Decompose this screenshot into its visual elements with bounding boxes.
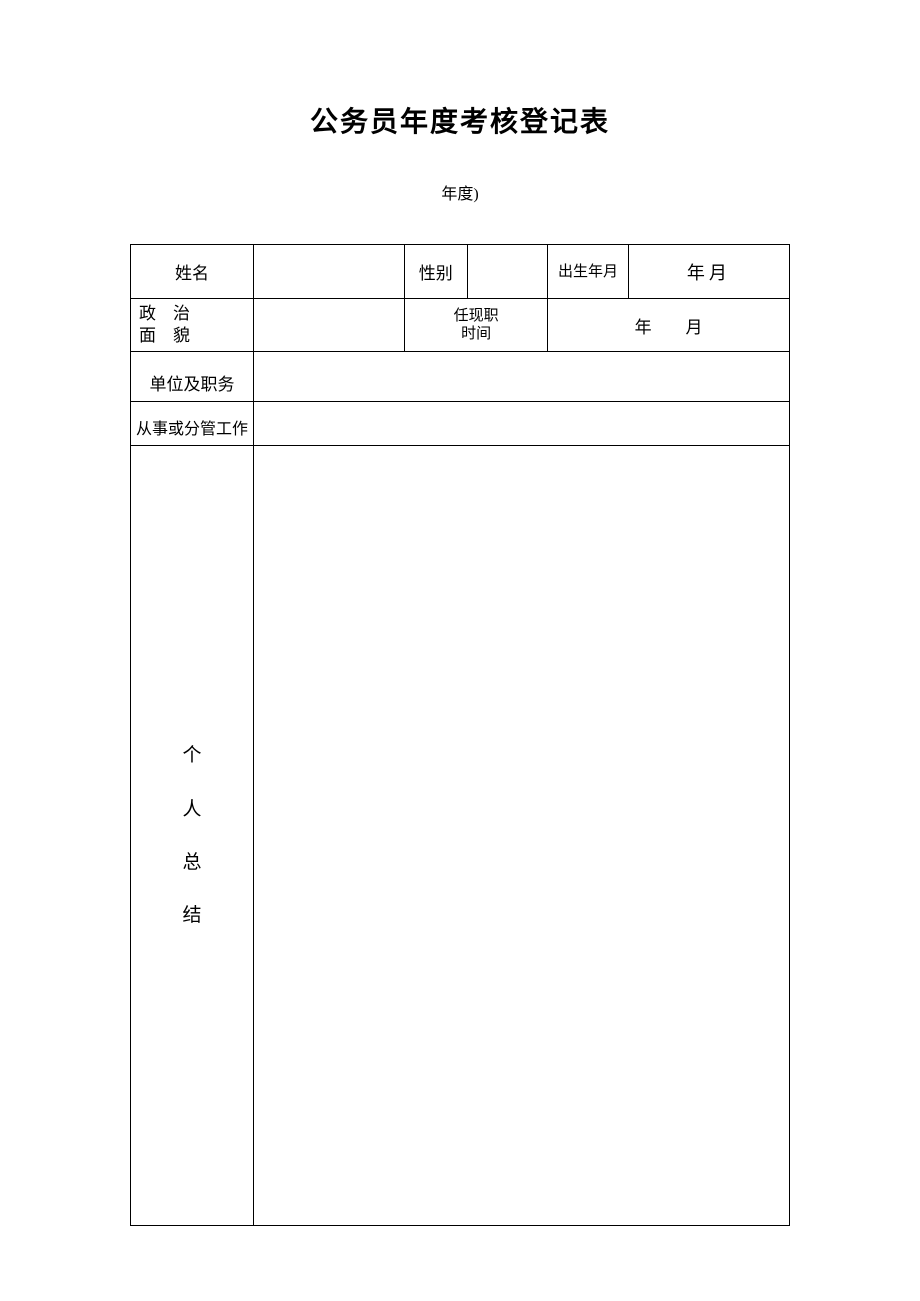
label-name: 姓名 <box>131 245 254 299</box>
value-gender <box>467 245 548 299</box>
summary-char-3: 总 <box>133 836 251 889</box>
label-appoint-line1: 任现职 <box>407 307 545 325</box>
label-political-line2: 面 貌 <box>139 325 251 347</box>
value-summary <box>253 446 789 1226</box>
row-summary: 个 人 总 结 <box>131 446 790 1226</box>
label-appoint-line2: 时间 <box>407 325 545 343</box>
form-table: 姓名 性别 出生年月 年月 政 治 面 貌 任现职 时间 年 月 单位及职务 <box>130 244 790 1226</box>
label-political: 政 治 面 貌 <box>131 299 254 352</box>
value-birth: 年月 <box>628 245 789 299</box>
value-political <box>253 299 404 352</box>
label-political-line1: 政 治 <box>139 303 251 325</box>
label-gender: 性别 <box>405 245 467 299</box>
label-birth: 出生年月 <box>548 245 629 299</box>
summary-char-4: 结 <box>133 889 251 942</box>
row-work: 从事或分管工作 <box>131 402 790 446</box>
label-summary: 个 人 总 结 <box>131 446 254 1226</box>
form-page: 公务员年度考核登记表 年度) 姓名 性别 出生年月 年月 政 治 面 貌 <box>0 0 920 1226</box>
form-subtitle: 年度) <box>130 180 790 204</box>
row-political: 政 治 面 貌 任现职 时间 年 月 <box>131 299 790 352</box>
value-appoint: 年 月 <box>548 299 790 352</box>
label-birth-text: 出生年月 <box>558 264 618 280</box>
value-name <box>253 245 404 299</box>
summary-char-1: 个 <box>133 729 251 782</box>
label-unit: 单位及职务 <box>131 352 254 402</box>
value-work <box>253 402 789 446</box>
row-name: 姓名 性别 出生年月 年月 <box>131 245 790 299</box>
summary-char-2: 人 <box>133 783 251 836</box>
label-work: 从事或分管工作 <box>131 402 254 446</box>
label-appoint: 任现职 时间 <box>405 299 548 352</box>
value-unit <box>253 352 789 402</box>
row-unit: 单位及职务 <box>131 352 790 402</box>
form-title: 公务员年度考核登记表 <box>130 100 790 140</box>
